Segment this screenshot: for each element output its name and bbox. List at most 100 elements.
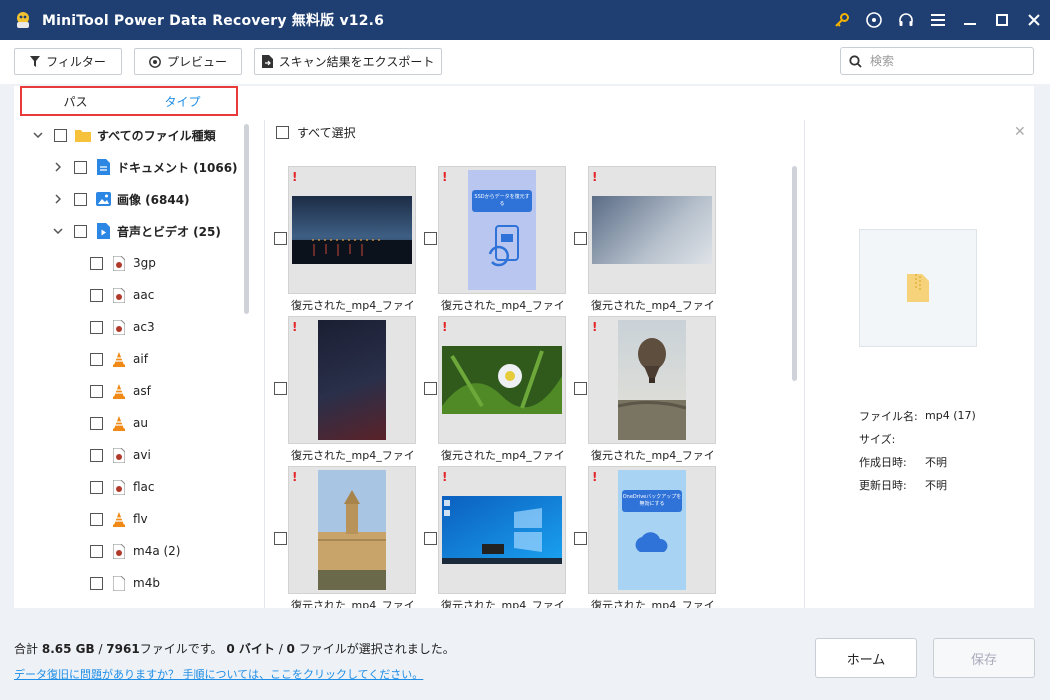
file-checkbox[interactable]	[574, 382, 587, 395]
tree-item[interactable]: flac	[90, 476, 155, 498]
help-link[interactable]: データ復旧に問題がありますか？ 手順については、ここをクリックしてください。	[14, 666, 423, 682]
search-input[interactable]	[870, 54, 1020, 68]
file-thumbnail[interactable]: ! OneDriveバックアップを無効にする	[588, 466, 716, 594]
tree-item[interactable]: 3gp	[90, 252, 156, 274]
file-checkbox[interactable]	[274, 532, 287, 545]
checkbox[interactable]	[74, 224, 87, 238]
item-label: aac	[133, 288, 155, 302]
divider	[804, 120, 805, 608]
tree-item[interactable]: m4b	[90, 572, 160, 594]
dark-portrait-image	[318, 320, 386, 440]
file-checkbox[interactable]	[424, 382, 437, 395]
media-file-icon	[111, 287, 127, 303]
checkbox[interactable]	[90, 352, 103, 366]
chevron-right-icon[interactable]	[52, 161, 64, 173]
checkbox[interactable]	[90, 448, 103, 462]
tree-item[interactable]: aif	[90, 348, 148, 370]
checkbox[interactable]	[90, 384, 103, 398]
file-checkbox[interactable]	[424, 232, 437, 245]
disc-icon[interactable]	[858, 0, 890, 40]
file-thumbnail[interactable]: !	[588, 166, 716, 294]
tree-category-images[interactable]: 画像 (6844)	[52, 188, 190, 210]
checkbox[interactable]	[74, 160, 87, 174]
tree-item[interactable]: flv	[90, 508, 148, 530]
checkbox[interactable]	[90, 320, 103, 334]
checkbox[interactable]	[74, 192, 87, 206]
media-file-icon	[111, 255, 127, 271]
grid-scrollbar[interactable]	[792, 166, 797, 381]
item-label: m4a (2)	[133, 544, 181, 558]
item-label: avi	[133, 448, 151, 462]
tree-root[interactable]: すべてのファイル種類	[32, 124, 216, 146]
file-checkbox[interactable]	[274, 232, 287, 245]
checkbox[interactable]	[90, 288, 103, 302]
tree-item[interactable]: avi	[90, 444, 151, 466]
item-label: m4b	[133, 576, 160, 590]
file-name: 復元された_mp4_ファイル	[291, 449, 415, 462]
file-thumbnail[interactable]: !	[288, 466, 416, 594]
search-icon	[849, 54, 862, 68]
checkbox[interactable]	[54, 128, 67, 142]
checkbox[interactable]	[90, 256, 103, 270]
tree-item[interactable]: aac	[90, 284, 154, 306]
select-all[interactable]: すべて選択	[276, 124, 356, 141]
tree-item[interactable]: au	[90, 412, 148, 434]
maximize-icon[interactable]	[986, 0, 1018, 40]
parliament-image	[318, 470, 386, 590]
file-thumbnail[interactable]: !	[588, 316, 716, 444]
file-checkbox[interactable]	[424, 532, 437, 545]
chevron-down-icon[interactable]	[52, 225, 64, 237]
warning-icon: !	[592, 470, 598, 484]
tab-type[interactable]: タイプ	[129, 88, 236, 114]
filter-button[interactable]: フィルター	[14, 48, 122, 75]
tab-path[interactable]: パス	[22, 88, 129, 114]
close-icon[interactable]	[1018, 0, 1050, 40]
file-item[interactable]: ! SSDからデータを復元する 復元された_mp4_ファイル	[424, 166, 566, 316]
select-all-checkbox[interactable]	[276, 126, 289, 139]
checkbox[interactable]	[90, 576, 103, 590]
file-item[interactable]: ! 復元された_mp4_ファイル	[574, 166, 716, 316]
file-item[interactable]: ! 復元された_mp4_ファイル	[424, 316, 566, 466]
tree-item[interactable]: m4a (2)	[90, 540, 181, 562]
file-item[interactable]: ! 復元された_mp4_ファイル	[274, 316, 416, 466]
file-item[interactable]: ! 復元された_mp4_ファイル	[274, 166, 416, 316]
tree-scrollbar[interactable]	[244, 124, 249, 314]
close-preview-icon[interactable]: ✕	[1014, 124, 1026, 140]
info-size: サイズ:	[859, 432, 896, 446]
file-thumbnail[interactable]: ! SSDからデータを復元する	[438, 166, 566, 294]
preview-button[interactable]: プレビュー	[134, 48, 242, 75]
headset-icon[interactable]	[890, 0, 922, 40]
tree-item[interactable]: ac3	[90, 316, 155, 338]
checkbox[interactable]	[90, 512, 103, 526]
file-name: 復元された_mp4_ファイル	[441, 449, 565, 462]
file-thumbnail[interactable]: !	[438, 466, 566, 594]
home-button[interactable]: ホーム	[815, 638, 917, 678]
file-thumbnail[interactable]: !	[438, 316, 566, 444]
chevron-right-icon[interactable]	[52, 193, 64, 205]
menu-icon[interactable]	[922, 0, 954, 40]
file-thumbnail[interactable]: !	[288, 166, 416, 294]
tree-category-audio-video[interactable]: 音声とビデオ (25)	[52, 220, 221, 242]
file-checkbox[interactable]	[274, 382, 287, 395]
file-item[interactable]: ! 復元された_mp4_ファイル	[274, 466, 416, 608]
checkbox[interactable]	[90, 416, 103, 430]
file-checkbox[interactable]	[574, 232, 587, 245]
save-button[interactable]: 保存	[933, 638, 1035, 678]
chevron-down-icon[interactable]	[32, 129, 44, 141]
tree-item[interactable]: asf	[90, 380, 151, 402]
item-label: flv	[133, 512, 148, 526]
minimize-icon[interactable]	[954, 0, 986, 40]
file-thumbnail[interactable]: !	[288, 316, 416, 444]
key-icon[interactable]	[826, 0, 858, 40]
preview-thumbnail	[859, 229, 977, 347]
export-button[interactable]: スキャン結果をエクスポート	[254, 48, 442, 75]
search-box	[840, 47, 1034, 75]
file-item[interactable]: ! OneDriveバックアップを無効にする 復元された_mp4_ファイル	[574, 466, 716, 608]
file-checkbox[interactable]	[574, 532, 587, 545]
checkbox[interactable]	[90, 480, 103, 494]
file-item[interactable]: ! 復元された_mp4_ファイル	[574, 316, 716, 466]
checkbox[interactable]	[90, 544, 103, 558]
tree-category-documents[interactable]: ドキュメント (1066)	[52, 156, 238, 178]
file-item[interactable]: ! 復元された_mp4_ファイル	[424, 466, 566, 608]
category-label: 音声とビデオ (25)	[117, 224, 221, 239]
